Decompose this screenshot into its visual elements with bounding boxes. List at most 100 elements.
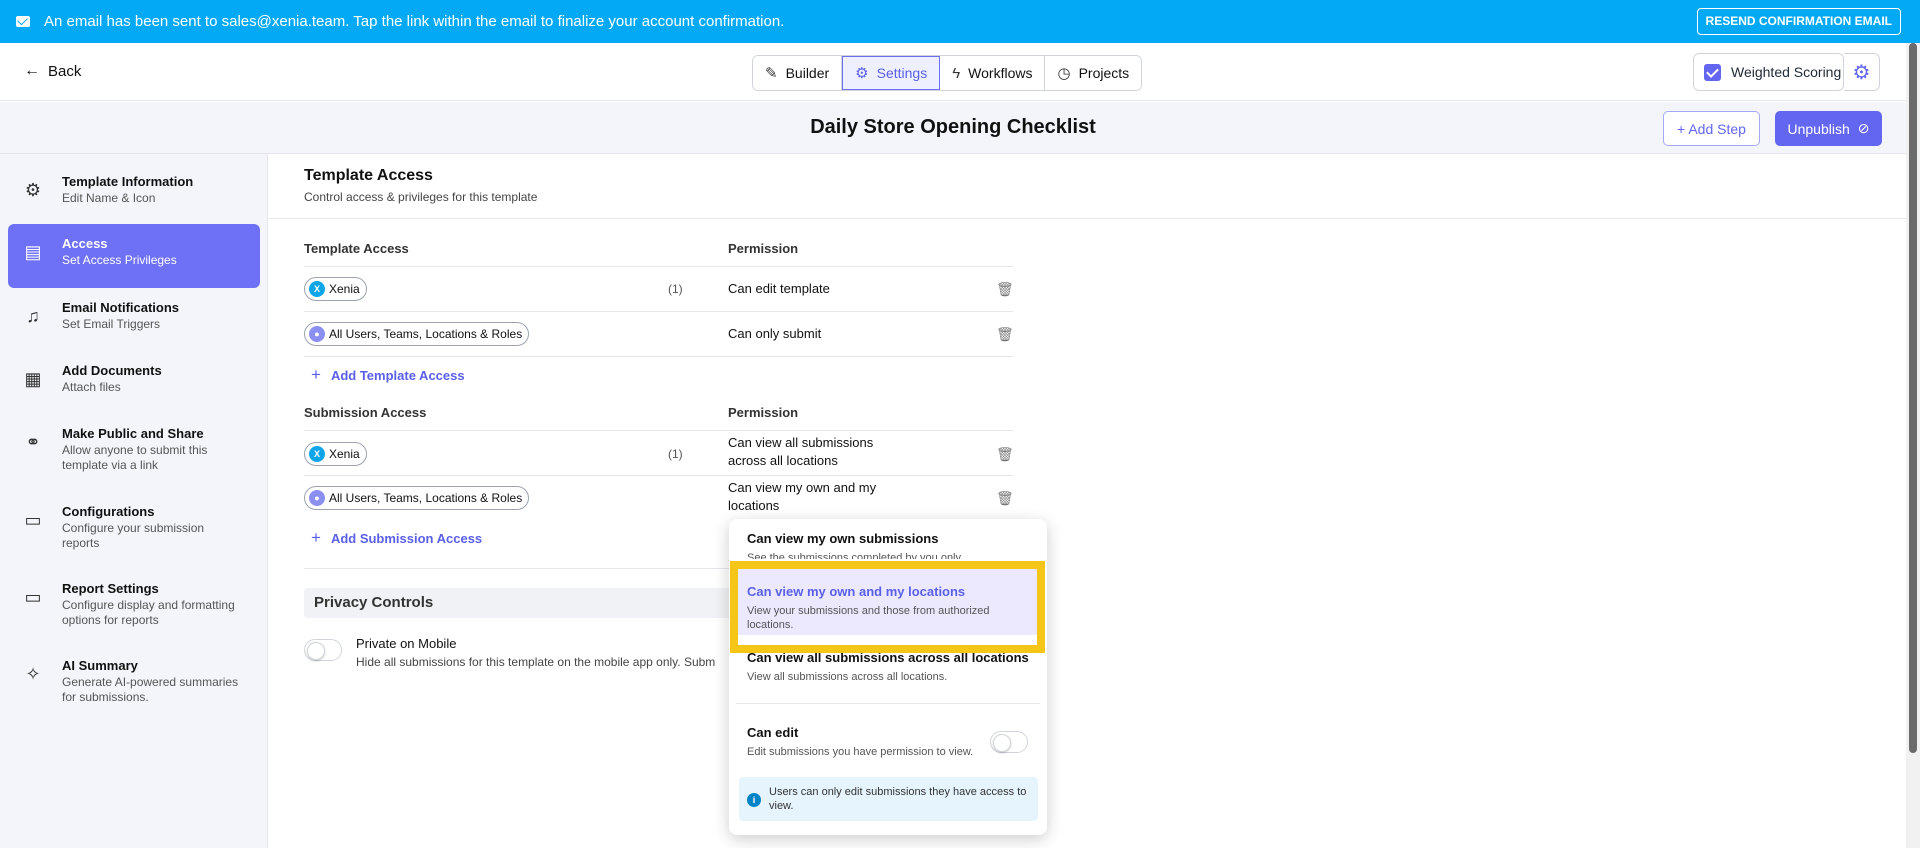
assignee-chip[interactable]: ● All Users, Teams, Locations & Roles bbox=[304, 486, 530, 510]
report-icon: ▭ bbox=[24, 587, 42, 607]
weighted-scoring-label: Weighted Scoring bbox=[1731, 64, 1842, 80]
tab-projects[interactable]: ◷ Projects bbox=[1045, 56, 1142, 90]
highlight-frame bbox=[730, 561, 1045, 653]
sidebar-item-make-public[interactable]: ⚭ Make Public and Share Allow anyone to s… bbox=[8, 426, 260, 476]
dropdown-divider bbox=[736, 703, 1040, 704]
gear-icon: ⚙ bbox=[24, 180, 42, 200]
chip-label: Xenia bbox=[329, 282, 360, 296]
permission-select[interactable]: Can view all submissions across all loca… bbox=[728, 434, 888, 470]
sidebar-item-configurations[interactable]: ▭ Configurations Configure your submissio… bbox=[8, 504, 260, 554]
permission-column-header: Permission bbox=[728, 241, 799, 256]
tab-settings[interactable]: ⚙ Settings bbox=[842, 56, 941, 90]
sparkle-icon: ✧ bbox=[25, 664, 41, 684]
option-title: Can view my own submissions bbox=[747, 531, 939, 546]
group-icon: ● bbox=[309, 490, 325, 506]
sidebar-item-ai-summary[interactable]: ✧ AI Summary Generate AI-powered summarie… bbox=[8, 658, 260, 708]
table-divider bbox=[304, 568, 744, 569]
tab-builder[interactable]: ✎ Builder bbox=[753, 56, 843, 90]
member-count: (1) bbox=[668, 447, 683, 461]
chip-label: All Users, Teams, Locations & Roles bbox=[329, 491, 523, 505]
sidebar-item-subtitle: Allow anyone to submit this template via… bbox=[62, 443, 208, 472]
sidebar-item-subtitle: Configure display and formatting options… bbox=[62, 598, 235, 627]
trash-icon[interactable]: 🗑 bbox=[996, 326, 1014, 342]
sidebar-item-subtitle: Edit Name & Icon bbox=[62, 191, 156, 205]
unpublish-icon: ⊘ bbox=[1857, 120, 1870, 136]
access-icon: ▤ bbox=[24, 242, 42, 262]
submission-access-column-header: Submission Access bbox=[304, 405, 427, 420]
assignee-chip[interactable]: X Xenia bbox=[304, 442, 367, 466]
sidebar-item-title: AI Summary bbox=[62, 658, 138, 673]
section-subtitle: Control access & privileges for this tem… bbox=[304, 190, 538, 204]
template-access-column-header: Template Access bbox=[304, 241, 409, 256]
can-edit-toggle[interactable] bbox=[990, 731, 1028, 753]
sidebar-item-title: Make Public and Share bbox=[62, 426, 204, 441]
scrollbar-thumb[interactable] bbox=[1909, 43, 1917, 753]
top-bar: ← Back ✎ Builder ⚙ Settings ϟ Workflows … bbox=[0, 43, 1920, 101]
trash-icon[interactable]: 🗑 bbox=[996, 490, 1014, 506]
sidebar-item-subtitle: Configure your submission reports bbox=[62, 521, 205, 550]
permission-select[interactable]: Can edit template bbox=[728, 280, 830, 298]
assignee-chip[interactable]: ● All Users, Teams, Locations & Roles bbox=[304, 322, 530, 346]
clock-icon: ◷ bbox=[1057, 65, 1071, 82]
edit-icon: ✎ bbox=[765, 65, 778, 82]
plus-icon: + bbox=[311, 365, 321, 384]
confirmation-banner: An email has been sent to sales@xenia.te… bbox=[0, 0, 1920, 43]
sidebar-item-email-notifications[interactable]: ♫ Email Notifications Set Email Triggers bbox=[8, 300, 260, 340]
info-note: i Users can only edit submissions they h… bbox=[739, 777, 1038, 821]
banner-message: An email has been sent to sales@xenia.te… bbox=[44, 13, 785, 30]
avatar: X bbox=[309, 281, 325, 297]
sidebar-item-template-information[interactable]: ⚙ Template Information Edit Name & Icon bbox=[8, 174, 260, 214]
chip-label: Xenia bbox=[329, 447, 360, 461]
sidebar-item-subtitle: Generate AI-powered summaries for submis… bbox=[62, 675, 239, 704]
sidebar-item-subtitle: Set Email Triggers bbox=[62, 317, 161, 331]
option-desc: View all submissions across all location… bbox=[747, 671, 948, 683]
private-on-mobile-text: Private on Mobile Hide all submissions f… bbox=[356, 636, 715, 669]
sidebar-item-report-settings[interactable]: ▭ Report Settings Configure display and f… bbox=[8, 581, 260, 631]
access-settings-panel: Template Access Control access & privile… bbox=[269, 154, 1906, 848]
chip-label: All Users, Teams, Locations & Roles bbox=[329, 327, 523, 341]
back-button[interactable]: ← Back bbox=[24, 62, 81, 80]
unpublish-button[interactable]: Unpublish ⊘ bbox=[1775, 111, 1882, 146]
settings-sidebar: ⚙ Template Information Edit Name & Icon ▤… bbox=[0, 154, 268, 848]
table-row: ● All Users, Teams, Locations & Roles Ca… bbox=[304, 312, 1014, 357]
table-row: X Xenia (1) Can view all submissions acr… bbox=[304, 431, 1014, 476]
add-step-button[interactable]: + Add Step bbox=[1663, 111, 1760, 146]
document-icon: ▦ bbox=[24, 369, 42, 389]
assignee-chip[interactable]: X Xenia bbox=[304, 277, 367, 301]
table-row: X Xenia (1) Can edit template 🗑 bbox=[304, 267, 1014, 312]
tab-workflows[interactable]: ϟ Workflows bbox=[940, 56, 1046, 90]
title-bar: Daily Store Opening Checklist + Add Step… bbox=[0, 102, 1906, 154]
private-on-mobile-toggle[interactable] bbox=[304, 639, 342, 661]
option-all-submissions[interactable]: Can view all submissions across all loca… bbox=[747, 650, 1037, 684]
scoring-settings-button[interactable]: ⚙ bbox=[1844, 53, 1880, 91]
permission-select[interactable]: Can view my own and my locations bbox=[728, 479, 878, 515]
trash-icon[interactable]: 🗑 bbox=[996, 446, 1014, 462]
gear-icon: ⚙ bbox=[1852, 61, 1871, 84]
page-scrollbar[interactable] bbox=[1906, 43, 1920, 848]
resend-confirmation-button[interactable]: RESEND CONFIRMATION EMAIL bbox=[1696, 8, 1901, 35]
gear-icon: ⚙ bbox=[855, 65, 869, 82]
privacy-controls-header: Privacy Controls bbox=[304, 588, 744, 618]
tab-projects-label: Projects bbox=[1078, 65, 1130, 81]
sidebar-item-access[interactable]: ▤ Access Set Access Privileges bbox=[8, 224, 260, 288]
sidebar-item-title: Report Settings bbox=[62, 581, 159, 596]
add-submission-access-label: Add Submission Access bbox=[330, 530, 483, 546]
weighted-scoring-checkbox[interactable] bbox=[1704, 63, 1721, 81]
add-template-access-button[interactable]: + Add Template Access bbox=[311, 365, 465, 385]
permission-select[interactable]: Can only submit bbox=[728, 325, 821, 343]
sidebar-item-add-documents[interactable]: ▦ Add Documents Attach files bbox=[8, 363, 260, 403]
add-submission-access-button[interactable]: + Add Submission Access bbox=[311, 528, 482, 548]
private-on-mobile-desc: Hide all submissions for this template o… bbox=[356, 655, 716, 669]
sidebar-item-title: Add Documents bbox=[62, 363, 162, 378]
sidebar-item-title: Access bbox=[62, 236, 108, 251]
trash-icon[interactable]: 🗑 bbox=[996, 281, 1014, 297]
option-own-submissions[interactable]: Can view my own submissions See the subm… bbox=[747, 531, 1037, 559]
sidebar-item-subtitle: Attach files bbox=[62, 380, 121, 394]
add-template-access-label: Add Template Access bbox=[330, 367, 465, 383]
weighted-scoring-toggle[interactable]: Weighted Scoring bbox=[1693, 53, 1844, 91]
section-header: Template Access Control access & privile… bbox=[304, 167, 537, 204]
sidebar-item-title: Configurations bbox=[62, 504, 155, 519]
member-count: (1) bbox=[668, 282, 683, 296]
avatar: X bbox=[309, 446, 325, 462]
page-title: Daily Store Opening Checklist bbox=[810, 116, 1096, 138]
